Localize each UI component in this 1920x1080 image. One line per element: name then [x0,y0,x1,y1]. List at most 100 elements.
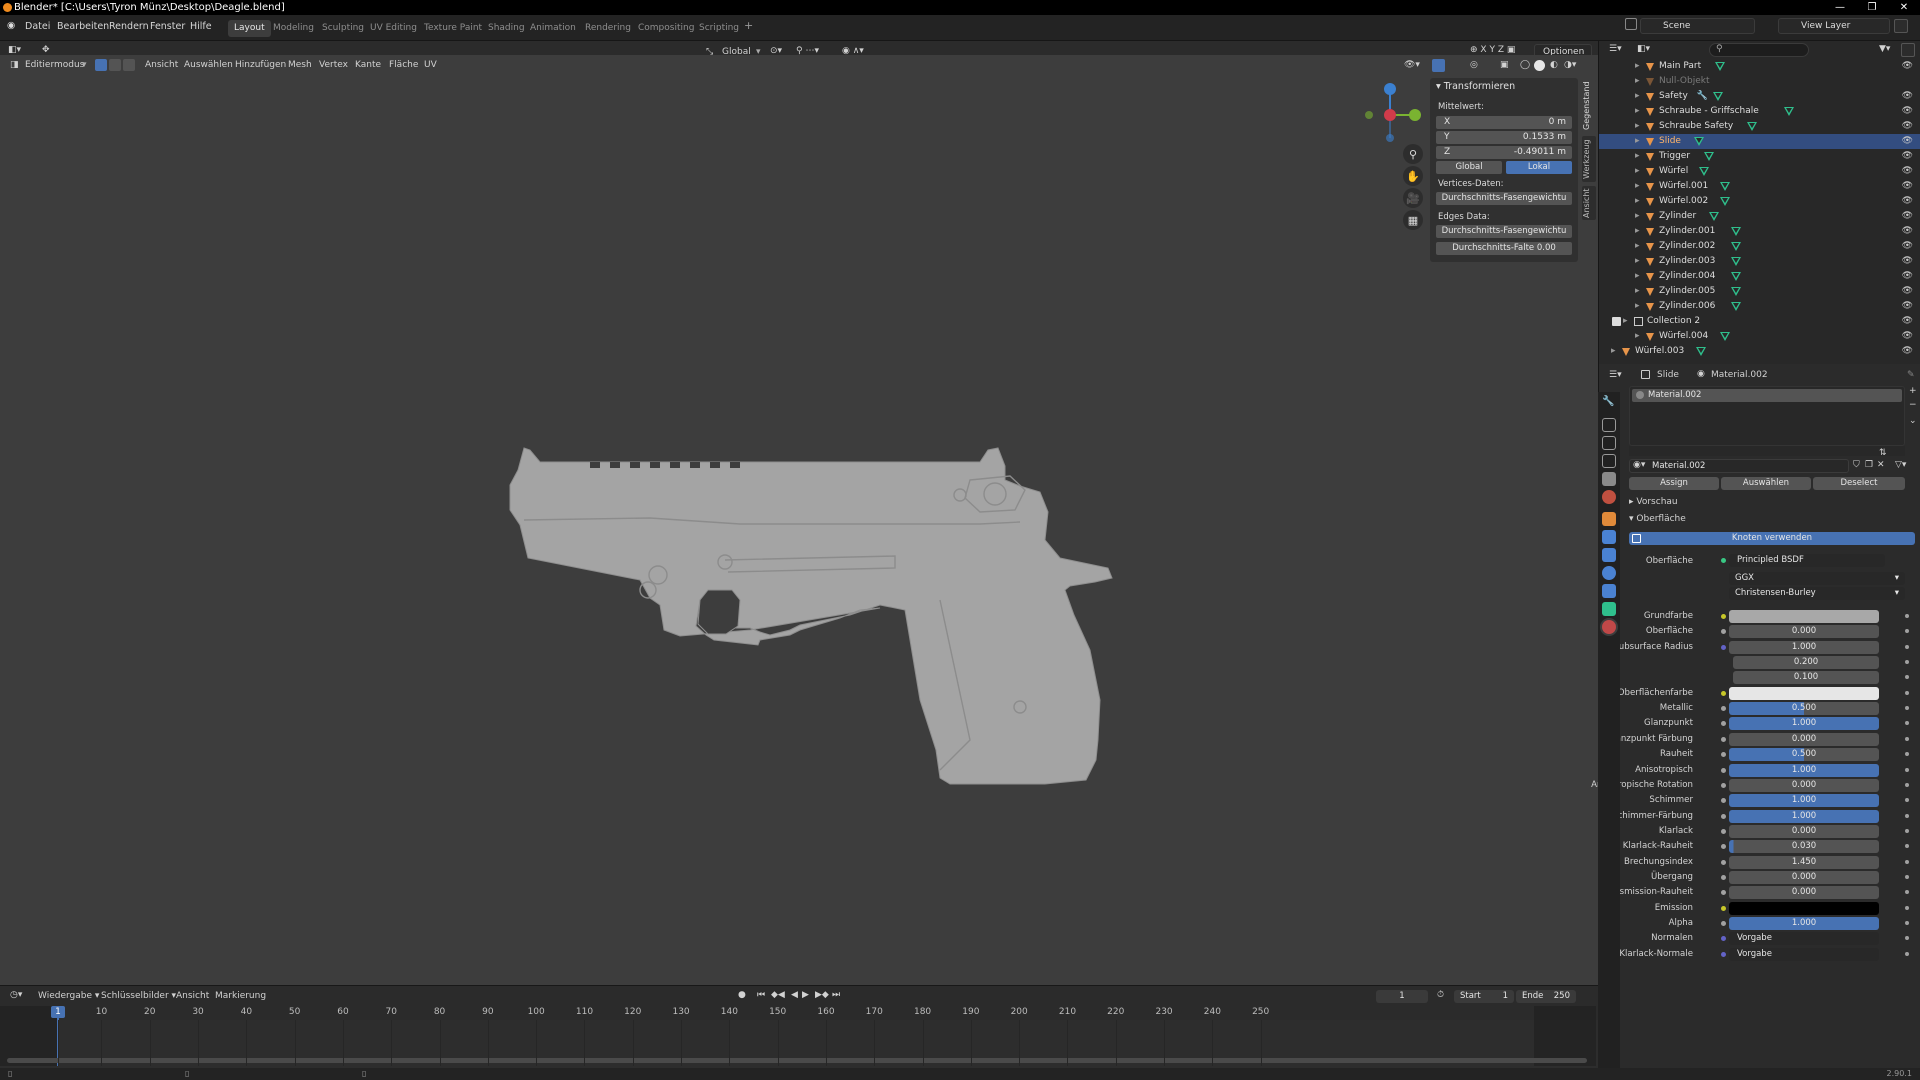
zoom-icon[interactable]: ⚲ [1403,144,1423,164]
constraints-tab-icon[interactable] [1602,584,1616,598]
outliner-row[interactable]: ▸ Slide 👁 [1599,134,1920,149]
outliner-row[interactable]: ▸ Schraube Safety 👁 [1599,119,1920,134]
view-layer-selector[interactable]: View Layer [1778,18,1890,34]
mesh-data-icon[interactable] [1730,302,1741,311]
visibility-eye-icon[interactable]: 👁 [1902,269,1913,284]
workspace-tab-layout[interactable]: Layout [228,20,271,37]
link-field[interactable]: Vorgabe [1729,948,1879,961]
keyframe-dot-icon[interactable] [1905,629,1909,633]
expand-icon[interactable]: ▸ [1611,344,1616,359]
mesh-data-icon[interactable] [1712,92,1723,101]
mesh-data-icon[interactable] [1783,107,1794,116]
edge-bevel-weight-field[interactable]: Durchschnitts-Fasengewichtu [1436,225,1572,238]
menu-help[interactable]: Hilfe [190,21,212,32]
deselect-button[interactable]: Deselect [1813,477,1905,490]
keyframe-dot-icon[interactable] [1905,768,1909,772]
mesh-data-icon[interactable] [1730,257,1741,266]
link-field[interactable]: Vorgabe [1729,932,1879,945]
blender-menu-icon[interactable]: ◉ [7,20,15,31]
expand-icon[interactable]: ▸ [1635,164,1640,179]
socket-icon[interactable] [1721,752,1726,757]
visibility-eye-icon[interactable]: 👁 [1902,254,1913,269]
number-field[interactable]: 0.000 [1729,871,1879,884]
socket-icon[interactable] [1721,706,1726,711]
duplicate-material-icon[interactable]: ❐ [1865,460,1873,470]
slider-field[interactable]: 1.000 [1729,717,1879,730]
filter-icon[interactable]: ▼▾ [1879,44,1890,54]
view-layer-tab-icon[interactable] [1602,454,1616,468]
slot-filter-bar[interactable] [1629,446,1905,456]
outliner-row[interactable]: ▸ Würfel.001 👁 [1599,179,1920,194]
global-toggle[interactable]: Global [1436,161,1502,174]
socket-icon[interactable] [1721,629,1726,634]
mesh-data-icon[interactable] [1693,137,1704,146]
keyframe-dot-icon[interactable] [1905,844,1909,848]
ortho-grid-icon[interactable]: ▦ [1403,210,1423,230]
keyframe-dot-icon[interactable] [1905,614,1909,618]
expand-icon[interactable]: ▸ [1635,254,1640,269]
outliner-row[interactable]: ▸ Zylinder.002 👁 [1599,239,1920,254]
expand-icon[interactable]: ▸ [1635,269,1640,284]
workspace-tab-modeling[interactable]: Modeling [267,20,320,37]
number-field[interactable]: 0.200 [1733,656,1879,669]
modifier-tab-icon[interactable] [1602,530,1616,544]
outliner-row[interactable]: ▸ Zylinder.001 👁 [1599,224,1920,239]
jump-start-icon[interactable]: ⏮ [757,990,765,1000]
expand-icon[interactable]: ▸ [1635,149,1640,164]
mesh-data-icon[interactable] [1698,167,1709,176]
number-field[interactable]: 0.000 [1729,886,1879,899]
mesh-data-icon[interactable] [1730,287,1741,296]
mesh-data-icon[interactable] [1714,62,1725,71]
sort-icon[interactable]: ⇅ [1879,448,1887,458]
visibility-icon[interactable]: 👁▾ [1404,60,1420,70]
wireframe-shading-icon[interactable]: ◯ [1520,60,1530,70]
gizmo-toggle-icon[interactable] [1432,59,1445,72]
socket-icon[interactable] [1721,737,1726,742]
render-tab-icon[interactable] [1602,418,1616,432]
slider-field[interactable]: 0.500 [1729,748,1879,761]
edit-mode-icon[interactable]: ◨ [10,60,19,70]
minimize-icon[interactable]: — [1824,0,1856,15]
add-slot-icon[interactable]: + [1909,386,1917,396]
keyframe-dot-icon[interactable] [1905,675,1909,679]
number-field[interactable]: 0.000 [1729,625,1879,638]
outliner-row[interactable]: ▸ Main Part 👁 [1599,59,1920,74]
edge-crease-field[interactable]: Durchschnitts-Falte 0.00 [1436,242,1572,255]
pan-hand-icon[interactable]: ✋ [1403,166,1423,186]
visibility-eye-icon[interactable]: 👁 [1902,314,1913,329]
assign-button[interactable]: Assign [1629,477,1719,490]
visibility-eye-icon[interactable]: 👁 [1902,344,1913,359]
workspace-tab-scripting[interactable]: Scripting [693,20,745,37]
mesh-data-icon[interactable] [1720,332,1730,341]
outliner-row[interactable]: ▸ Würfel.002 👁 [1599,194,1920,209]
menu-file[interactable]: Datei [25,21,50,32]
vertex-select-icon[interactable] [95,59,107,71]
workspace-tab-sculpting[interactable]: Sculpting [316,20,370,37]
socket-icon[interactable] [1721,829,1726,834]
visibility-eye-icon[interactable]: 👁 [1902,59,1913,74]
visibility-eye-icon[interactable]: 👁 [1902,239,1913,254]
keyframe-dot-icon[interactable] [1905,921,1909,925]
expand-icon[interactable]: ▸ [1635,209,1640,224]
menu-uv[interactable]: UV [424,60,437,70]
keyframe-dot-icon[interactable] [1905,875,1909,879]
transform-section-title[interactable]: ▾ Transformieren [1436,81,1515,92]
visibility-eye-icon[interactable]: 👁 [1902,164,1913,179]
expand-icon[interactable]: ▸ [1635,134,1640,149]
median-x-field[interactable]: X0 m [1436,116,1572,129]
object-data-tab-icon[interactable] [1602,602,1616,616]
socket-icon[interactable] [1721,921,1726,926]
menu-select[interactable]: Auswählen [184,60,233,70]
slider-field[interactable]: 1.000 [1729,810,1879,823]
end-frame-field[interactable]: Ende 250 [1516,990,1576,1003]
axis-lock-icons[interactable]: ⊕ X Y Z ▣ [1470,45,1515,55]
particles-tab-icon[interactable] [1602,548,1616,562]
menu-render[interactable]: Rendern [109,21,149,32]
pistol-mesh[interactable] [500,440,1120,790]
socket-icon[interactable] [1721,614,1726,619]
expand-icon[interactable]: ▸ [1635,59,1640,74]
socket-icon[interactable] [1721,875,1726,880]
visibility-eye-icon[interactable]: 👁 [1902,284,1913,299]
keyframe-dot-icon[interactable] [1905,721,1909,725]
outliner-editor-icon[interactable]: ☰▾ [1609,44,1622,54]
